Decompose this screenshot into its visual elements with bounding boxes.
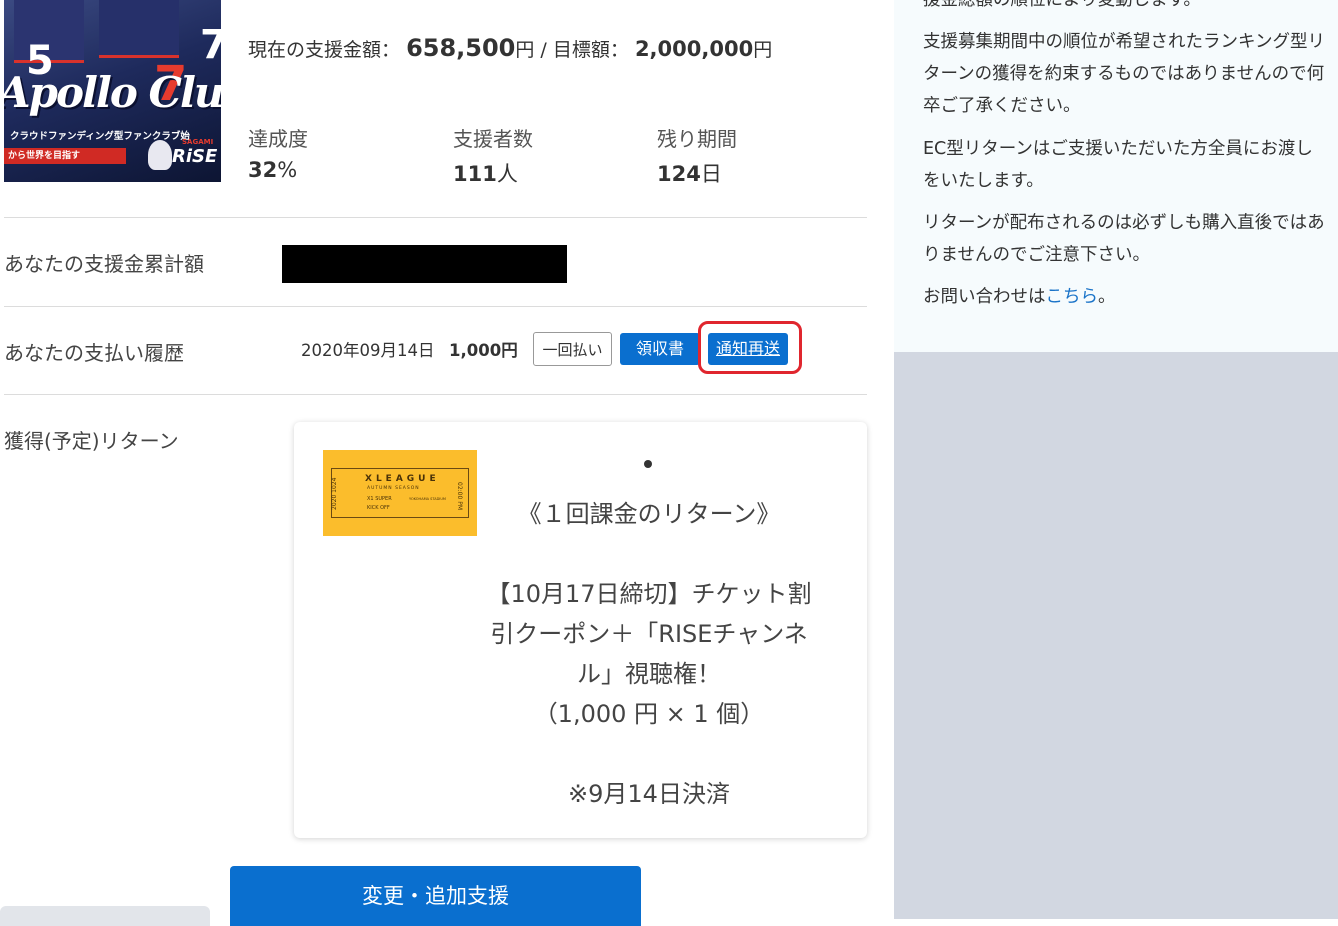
payment-history-label: あなたの支払い履歴 <box>4 341 184 365</box>
contact-link[interactable]: こちら <box>1046 287 1099 307</box>
funding-summary: 現在の支援金額： 658,500円 / 目標額： 2,000,000円 <box>248 34 772 62</box>
sidebar-note: リターンが配布されるのは必ずしも購入直後ではありませんのでご注意下さい。 <box>923 213 1325 265</box>
receipt-button[interactable]: 領収書 <box>620 333 700 365</box>
reward-title-line: 【10月17日締切】チケット割 <box>486 580 812 608</box>
stat-unit: 日 <box>700 162 722 186</box>
ticket-season: AUTUMN SEASON <box>367 486 420 491</box>
ticket-league: XLEAGUE <box>365 474 440 484</box>
reward-card: XLEAGUE AUTUMN SEASON X1 SUPER KICK OFF … <box>294 422 867 838</box>
reward-type: 《１回課金のリターン》 <box>517 500 781 528</box>
supporters-label: 支援者数 <box>453 127 533 151</box>
reward-title-line: 引クーポン＋「RISEチャンネ <box>490 620 808 648</box>
goal-label: 目標額： <box>552 39 629 61</box>
achievement-value: 32% <box>248 158 297 182</box>
ticket-line2: KICK OFF <box>367 505 390 511</box>
main-content: 5 7 7 Apollo Club クラウドファンディング型ファンクラブ始 から… <box>0 0 894 926</box>
team-logo: RiSE <box>172 146 218 167</box>
divider <box>4 394 867 395</box>
sidebar-contact: お問い合わせはこちら。 <box>923 281 1327 313</box>
reward-payment-note: ※9月14日決済 <box>568 780 730 808</box>
stat-unit: % <box>277 158 298 182</box>
stat-number: 124 <box>657 162 701 186</box>
project-slogan: から世界を目指す <box>4 148 126 164</box>
stat-number: 32 <box>248 158 278 182</box>
current-amount: 658,500 <box>406 34 516 62</box>
project-image[interactable]: 5 7 7 Apollo Club クラウドファンディング型ファンクラブ始 から… <box>4 0 221 182</box>
achievement-label: 達成度 <box>248 127 308 151</box>
highlight-annotation <box>698 321 802 374</box>
contact-prefix: お問い合わせは <box>923 287 1046 307</box>
sidebar-note-partial: 援金総額の順位により変動します。 <box>923 0 1201 10</box>
project-brand-text: Apollo Club <box>4 68 221 117</box>
stat-unit: 人 <box>496 162 518 186</box>
sidebar-note: 支援募集期間中の順位が希望されたランキング型リターンの獲得を約束するものではあり… <box>923 32 1325 116</box>
ticket-image: XLEAGUE AUTUMN SEASON X1 SUPER KICK OFF … <box>323 450 477 536</box>
reward-label: 獲得(予定)リターン <box>4 429 179 453</box>
jersey-number: 7 <box>200 22 221 68</box>
ticket-venue: YOKOHAMA STADIUM <box>409 497 446 501</box>
separator: / <box>534 39 553 61</box>
currency-unit: 円 <box>515 39 535 61</box>
bullet-point <box>644 460 652 468</box>
contact-suffix: 。 <box>1098 287 1116 307</box>
sidebar-notes: 援金総額の順位により変動します。 支援募集期間中の順位が希望されたランキング型リ… <box>894 0 1338 352</box>
sidebar-background <box>894 352 1338 919</box>
remaining-value: 124日 <box>657 158 722 188</box>
remaining-label: 残り期間 <box>657 127 737 151</box>
payment-type-badge: 一回払い <box>533 332 612 366</box>
bottom-tab <box>0 906 210 926</box>
jersey-graphic <box>99 0 179 58</box>
divider <box>4 217 867 218</box>
horse-logo-icon <box>148 140 172 170</box>
payment-amount: 1,000円 <box>449 341 518 360</box>
team-mark-small: SAGAMI <box>182 138 214 146</box>
divider <box>4 306 867 307</box>
sidebar-note: EC型リターンはご支援いただいた方全員にお渡しをいたします。 <box>923 139 1313 191</box>
current-amount-label: 現在の支援金額： <box>248 39 401 61</box>
ticket-line1: X1 SUPER <box>367 496 392 502</box>
ticket-date: 2020 1024 <box>331 477 338 510</box>
reward-title-line: ル」視聴権！ <box>577 660 721 688</box>
payment-date: 2020年09月14日 <box>301 341 435 360</box>
goal-amount: 2,000,000 <box>634 37 754 61</box>
reward-quantity: （1,000 円 × 1 個） <box>533 700 765 728</box>
cumulative-label: あなたの支援金累計額 <box>4 252 204 276</box>
stat-number: 111 <box>453 162 497 186</box>
change-add-support-button[interactable]: 変更・追加支援 <box>230 866 641 926</box>
supporters-value: 111人 <box>453 158 518 188</box>
redacted-amount <box>282 245 567 283</box>
currency-unit: 円 <box>753 39 773 61</box>
ticket-time: 02:00 PM <box>456 482 463 510</box>
